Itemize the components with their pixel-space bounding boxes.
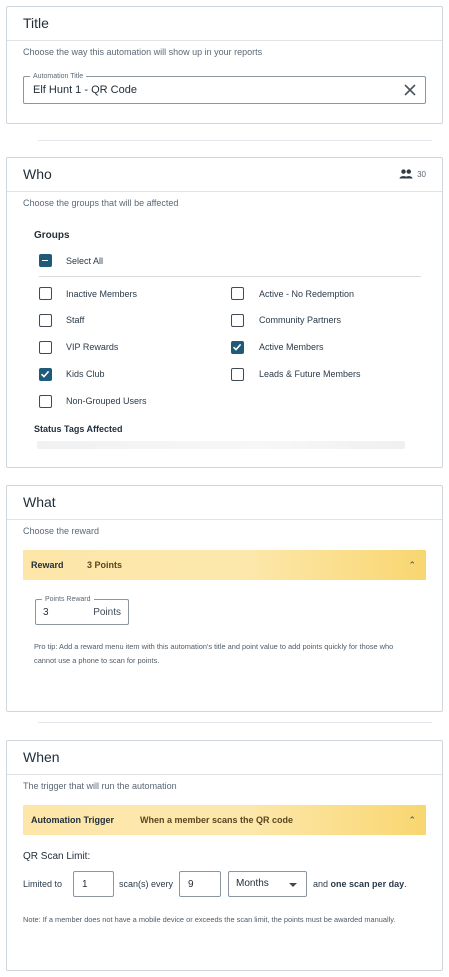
period-unit-value: Months bbox=[236, 878, 269, 889]
trigger-bar-label: Automation Trigger bbox=[31, 815, 114, 825]
group-checkbox-active-members[interactable] bbox=[231, 341, 244, 354]
group-label-staff: Staff bbox=[66, 315, 85, 325]
pro-tip: Pro tip: Add a reward menu item with thi… bbox=[34, 642, 394, 665]
group-label-inactive-members: Inactive Members bbox=[66, 289, 138, 299]
automation-title-legend: Automation Title bbox=[30, 72, 87, 81]
group-checkbox-staff[interactable] bbox=[39, 314, 52, 327]
section-divider bbox=[38, 722, 432, 723]
group-label-kids-club: Kids Club bbox=[66, 369, 105, 379]
period-unit-select[interactable]: Months bbox=[228, 871, 307, 897]
automation-title-value[interactable]: Elf Hunt 1 - QR Code bbox=[33, 84, 137, 96]
group-checkbox-vip-rewards[interactable] bbox=[39, 341, 52, 354]
one-scan-per-day-label: one scan per day bbox=[330, 879, 405, 889]
and-label: and bbox=[313, 879, 329, 889]
group-checkbox-inactive-members[interactable] bbox=[39, 287, 52, 300]
status-tags-list bbox=[37, 441, 405, 449]
close-icon[interactable] bbox=[402, 82, 418, 98]
when-card-heading: When bbox=[7, 741, 442, 775]
chevron-up-icon[interactable]: ⌃ bbox=[408, 560, 416, 571]
one-scan-per-day-text: and one scan per day. bbox=[313, 879, 407, 889]
section-divider bbox=[38, 140, 432, 141]
what-card-subtitle: Choose the reward bbox=[23, 526, 100, 536]
scan-limit-input[interactable]: 1 bbox=[73, 871, 114, 897]
group-checkbox-kids-club[interactable] bbox=[39, 368, 52, 381]
group-checkbox-leads-future-members[interactable] bbox=[231, 368, 244, 381]
people-icon bbox=[399, 169, 413, 179]
group-label-vip-rewards: VIP Rewards bbox=[66, 342, 119, 352]
chevron-up-icon[interactable]: ⌃ bbox=[408, 815, 416, 826]
scan-limit-note: Note: If a member does not have a mobile… bbox=[23, 915, 396, 924]
what-card-heading: What bbox=[7, 486, 442, 520]
group-checkbox-active-no-redemption[interactable] bbox=[231, 287, 244, 300]
caret-down-icon bbox=[289, 883, 297, 887]
period-dot: . bbox=[404, 879, 407, 889]
member-count: 30 bbox=[399, 169, 426, 179]
reward-bar-value: 3 Points bbox=[87, 560, 123, 570]
title-card-heading: Title bbox=[7, 7, 442, 41]
group-label-leads-future-members: Leads & Future Members bbox=[259, 369, 361, 379]
groups-divider bbox=[39, 276, 421, 277]
select-all-label: Select All bbox=[66, 256, 104, 266]
reward-bar-label: Reward bbox=[31, 560, 64, 570]
group-label-active-members: Active Members bbox=[259, 342, 324, 352]
who-card-subtitle: Choose the groups that will be affected bbox=[23, 198, 179, 208]
group-checkbox-community-partners[interactable] bbox=[231, 314, 244, 327]
when-card: When The trigger that will run the autom… bbox=[6, 740, 443, 971]
group-checkbox-non-grouped-users[interactable] bbox=[39, 395, 52, 408]
reward-accordion[interactable]: Reward 3 Points ⌃ bbox=[23, 550, 426, 580]
automation-title-field[interactable]: Automation Title Elf Hunt 1 - QR Code bbox=[23, 72, 426, 104]
scans-every-label: scan(s) every bbox=[119, 879, 174, 889]
points-reward-field[interactable]: Points Reward 3 Points bbox=[35, 595, 129, 625]
what-card: What Choose the reward Reward 3 Points ⌃… bbox=[6, 485, 443, 712]
select-all-checkbox[interactable] bbox=[39, 254, 52, 267]
points-reward-value[interactable]: 3 bbox=[43, 607, 49, 618]
qr-scan-limit-title: QR Scan Limit: bbox=[23, 851, 91, 862]
member-count-value: 30 bbox=[417, 169, 426, 179]
points-reward-unit: Points bbox=[93, 607, 121, 618]
automation-trigger-accordion[interactable]: Automation Trigger When a member scans t… bbox=[23, 805, 426, 835]
limited-to-label: Limited to bbox=[23, 879, 63, 889]
group-label-community-partners: Community Partners bbox=[259, 315, 342, 325]
who-card: Who 30 Choose the groups that will be af… bbox=[6, 157, 443, 468]
status-tags-label: Status Tags Affected bbox=[34, 424, 123, 434]
checkmark-icon bbox=[232, 343, 242, 351]
title-card: Title Choose the way this automation wil… bbox=[6, 6, 443, 124]
points-reward-legend: Points Reward bbox=[42, 595, 94, 604]
checkmark-icon bbox=[40, 370, 50, 378]
who-card-heading: Who 30 bbox=[7, 158, 442, 192]
trigger-bar-value: When a member scans the QR code bbox=[140, 815, 294, 825]
groups-label: Groups bbox=[34, 230, 70, 241]
scan-period-input[interactable]: 9 bbox=[179, 871, 221, 897]
title-card-subtitle: Choose the way this automation will show… bbox=[23, 47, 263, 57]
who-heading-text: Who bbox=[23, 166, 52, 182]
group-label-non-grouped-users: Non-Grouped Users bbox=[66, 396, 147, 406]
group-label-active-no-redemption: Active - No Redemption bbox=[259, 289, 355, 299]
when-card-subtitle: The trigger that will run the automation bbox=[23, 781, 177, 791]
